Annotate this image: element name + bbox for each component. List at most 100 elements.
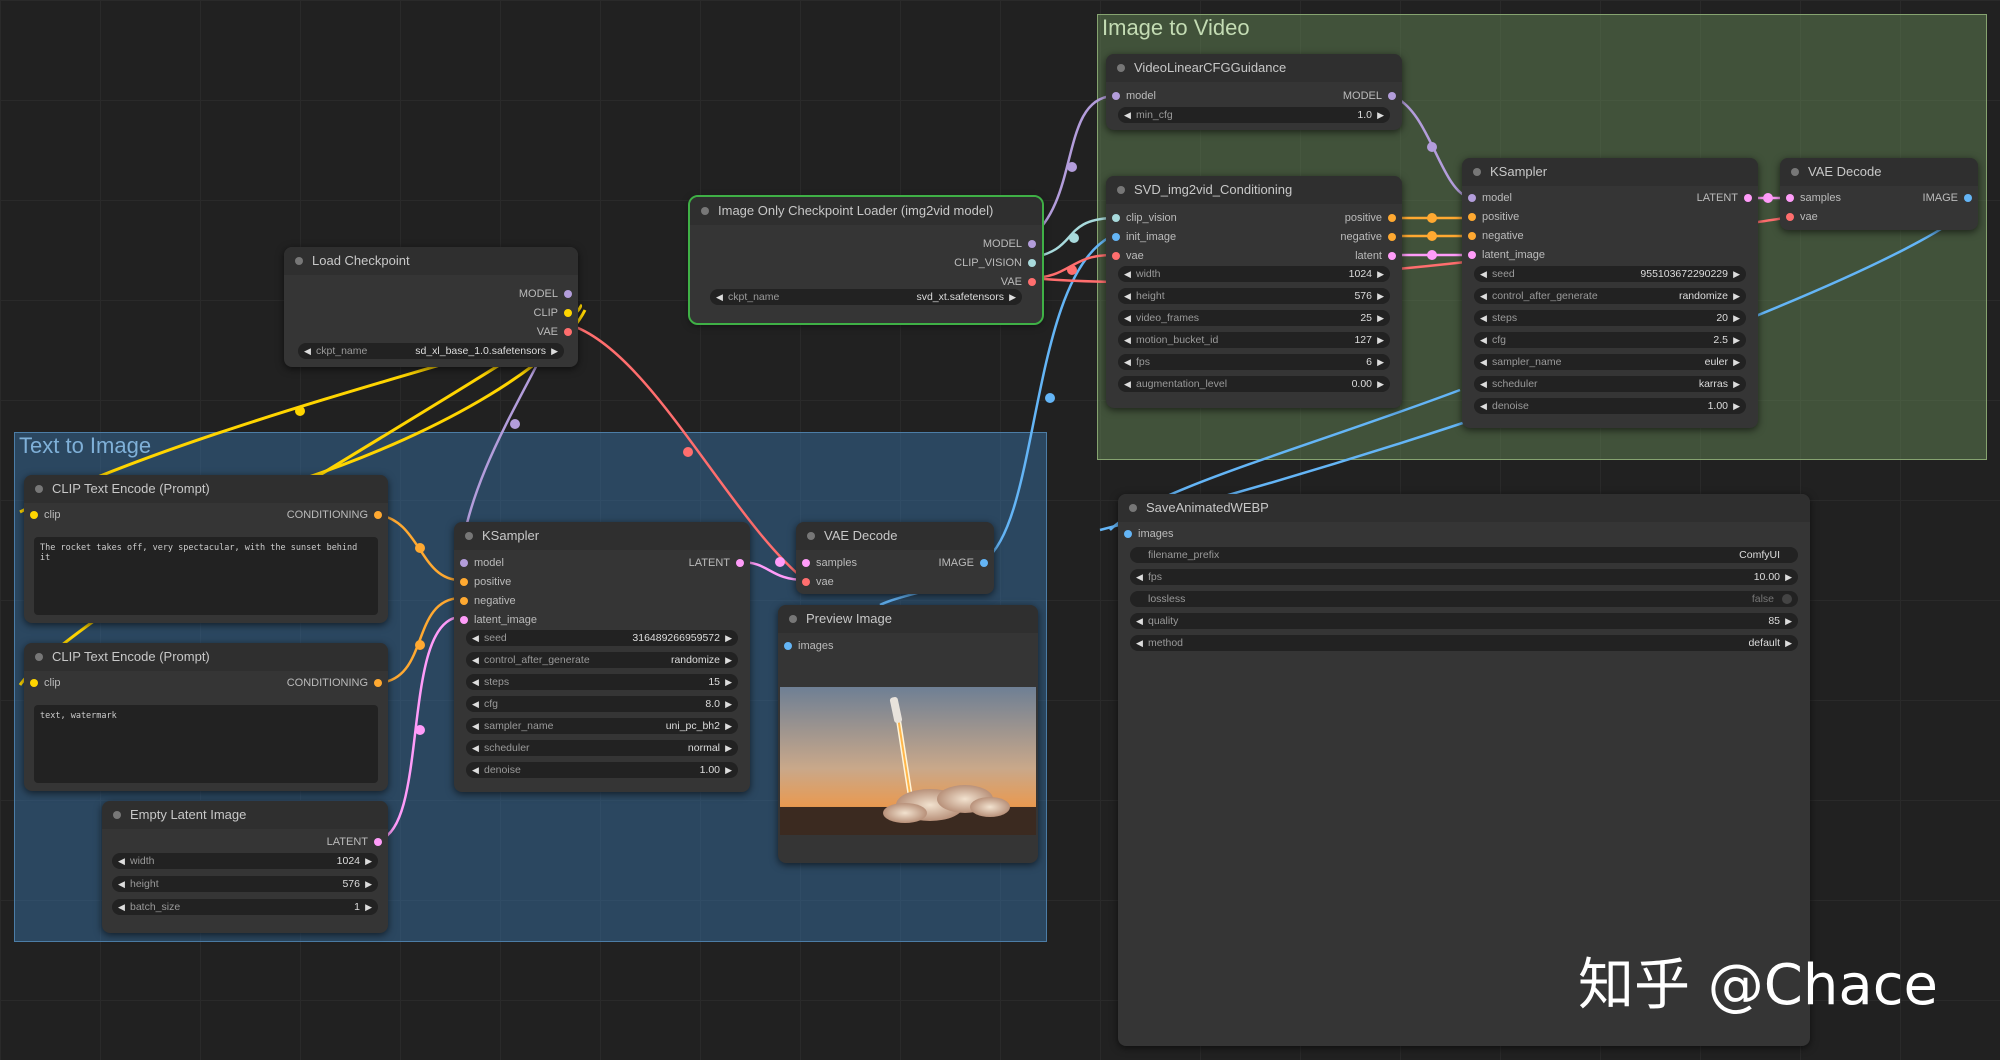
widget-sampler-name[interactable]: ◀ sampler_name uni_pc_bh2 ▶: [466, 718, 738, 734]
arrow-left-icon[interactable]: ◀: [1124, 266, 1131, 282]
arrow-right-icon[interactable]: ▶: [725, 652, 732, 668]
arrow-left-icon[interactable]: ◀: [118, 899, 125, 915]
arrow-right-icon[interactable]: ▶: [365, 853, 372, 869]
widget-lossless[interactable]: lossless false: [1130, 591, 1798, 607]
arrow-right-icon[interactable]: ▶: [551, 343, 558, 359]
arrow-left-icon[interactable]: ◀: [472, 762, 479, 778]
output-latent[interactable]: LATENT: [327, 835, 382, 849]
input-model[interactable]: model: [1468, 191, 1512, 205]
input-clip[interactable]: clip: [30, 508, 61, 522]
arrow-left-icon[interactable]: ◀: [304, 343, 311, 359]
output-model[interactable]: MODEL: [1343, 89, 1396, 103]
arrow-right-icon[interactable]: ▶: [1733, 354, 1740, 370]
node-ksampler-i2v[interactable]: KSampler model positive negative latent_…: [1462, 158, 1758, 428]
arrow-left-icon[interactable]: ◀: [472, 674, 479, 690]
arrow-right-icon[interactable]: ▶: [1733, 398, 1740, 414]
arrow-right-icon[interactable]: ▶: [725, 674, 732, 690]
arrow-right-icon[interactable]: ▶: [1377, 354, 1384, 370]
output-clip[interactable]: CLIP: [534, 306, 572, 320]
input-latent-image[interactable]: latent_image: [1468, 248, 1545, 262]
node-svd-img2vid-conditioning[interactable]: SVD_img2vid_Conditioning clip_vision ini…: [1106, 176, 1402, 408]
widget-control-after-generate[interactable]: ◀ control_after_generate randomize ▶: [1474, 288, 1746, 304]
arrow-right-icon[interactable]: ▶: [1377, 310, 1384, 326]
arrow-left-icon[interactable]: ◀: [1124, 107, 1131, 123]
arrow-left-icon[interactable]: ◀: [1136, 635, 1143, 651]
widget-scheduler[interactable]: ◀ scheduler karras ▶: [1474, 376, 1746, 392]
output-model[interactable]: MODEL: [519, 287, 572, 301]
output-clip-vision[interactable]: CLIP_VISION: [954, 256, 1036, 270]
arrow-right-icon[interactable]: ▶: [1733, 310, 1740, 326]
arrow-right-icon[interactable]: ▶: [1733, 288, 1740, 304]
output-model[interactable]: MODEL: [983, 237, 1036, 251]
arrow-left-icon[interactable]: ◀: [1136, 569, 1143, 585]
widget-fps[interactable]: ◀ fps 10.00 ▶: [1130, 569, 1798, 585]
widget-motion-bucket-id[interactable]: ◀ motion_bucket_id 127 ▶: [1118, 332, 1390, 348]
widget-control-after-generate[interactable]: ◀ control_after_generate randomize ▶: [466, 652, 738, 668]
widget-width[interactable]: ◀ width 1024 ▶: [1118, 266, 1390, 282]
arrow-left-icon[interactable]: ◀: [1124, 310, 1131, 326]
input-samples[interactable]: samples: [802, 556, 857, 570]
widget-sampler-name[interactable]: ◀ sampler_name euler ▶: [1474, 354, 1746, 370]
widget-filename-prefix[interactable]: filename_prefix ComfyUI: [1130, 547, 1798, 563]
widget-ckpt-name[interactable]: ◀ ckpt_name sd_xl_base_1.0.safetensors ▶: [298, 343, 564, 359]
input-positive[interactable]: positive: [1468, 210, 1519, 224]
arrow-left-icon[interactable]: ◀: [1480, 310, 1487, 326]
node-ksampler-t2i[interactable]: KSampler model positive negative latent_…: [454, 522, 750, 792]
input-negative[interactable]: negative: [1468, 229, 1524, 243]
output-latent[interactable]: LATENT: [1697, 191, 1752, 205]
arrow-left-icon[interactable]: ◀: [1480, 398, 1487, 414]
output-vae[interactable]: VAE: [1001, 275, 1036, 289]
widget-batch-size[interactable]: ◀ batch_size 1 ▶: [112, 899, 378, 915]
arrow-right-icon[interactable]: ▶: [1377, 266, 1384, 282]
widget-cfg[interactable]: ◀ cfg 2.5 ▶: [1474, 332, 1746, 348]
widget-ckpt-name[interactable]: ◀ ckpt_name svd_xt.safetensors ▶: [710, 289, 1022, 305]
widget-quality[interactable]: ◀ quality 85 ▶: [1130, 613, 1798, 629]
input-vae[interactable]: vae: [802, 575, 834, 589]
output-conditioning[interactable]: CONDITIONING: [287, 508, 382, 522]
input-clip[interactable]: clip: [30, 676, 61, 690]
arrow-left-icon[interactable]: ◀: [1480, 332, 1487, 348]
input-init-image[interactable]: init_image: [1112, 230, 1176, 244]
node-vae-decode-i2v[interactable]: VAE Decode samples vae IMAGE: [1780, 158, 1978, 230]
arrow-left-icon[interactable]: ◀: [118, 853, 125, 869]
node-image-only-checkpoint-loader[interactable]: Image Only Checkpoint Loader (img2vid mo…: [688, 195, 1044, 325]
arrow-left-icon[interactable]: ◀: [1480, 376, 1487, 392]
arrow-left-icon[interactable]: ◀: [472, 740, 479, 756]
arrow-right-icon[interactable]: ▶: [1009, 289, 1016, 305]
widget-height[interactable]: ◀ height 576 ▶: [112, 876, 378, 892]
node-vae-decode-t2i[interactable]: VAE Decode samples vae IMAGE: [796, 522, 994, 594]
widget-denoise[interactable]: ◀ denoise 1.00 ▶: [466, 762, 738, 778]
widget-seed[interactable]: ◀ seed 316489266959572 ▶: [466, 630, 738, 646]
arrow-left-icon[interactable]: ◀: [1480, 288, 1487, 304]
widget-fps[interactable]: ◀ fps 6 ▶: [1118, 354, 1390, 370]
widget-augmentation-level[interactable]: ◀ augmentation_level 0.00 ▶: [1118, 376, 1390, 392]
arrow-left-icon[interactable]: ◀: [118, 876, 125, 892]
prompt-textarea[interactable]: The rocket takes off, very spectacular, …: [34, 537, 378, 615]
node-preview-image[interactable]: Preview Image images: [778, 605, 1038, 863]
input-latent-image[interactable]: latent_image: [460, 613, 537, 627]
input-images[interactable]: images: [784, 639, 833, 653]
arrow-left-icon[interactable]: ◀: [1480, 354, 1487, 370]
arrow-left-icon[interactable]: ◀: [716, 289, 723, 305]
arrow-left-icon[interactable]: ◀: [1124, 288, 1131, 304]
widget-method[interactable]: ◀ method default ▶: [1130, 635, 1798, 651]
widget-video-frames[interactable]: ◀ video_frames 25 ▶: [1118, 310, 1390, 326]
input-model[interactable]: model: [460, 556, 504, 570]
node-clip-text-encode-negative[interactable]: CLIP Text Encode (Prompt) clip CONDITION…: [24, 643, 388, 791]
input-vae[interactable]: vae: [1786, 210, 1818, 224]
widget-height[interactable]: ◀ height 576 ▶: [1118, 288, 1390, 304]
prompt-textarea[interactable]: text, watermark: [34, 705, 378, 783]
widget-width[interactable]: ◀ width 1024 ▶: [112, 853, 378, 869]
arrow-right-icon[interactable]: ▶: [1377, 332, 1384, 348]
node-load-checkpoint[interactable]: Load Checkpoint MODEL CLIP VAE ◀ ckpt_na…: [284, 247, 578, 367]
arrow-right-icon[interactable]: ▶: [725, 630, 732, 646]
arrow-right-icon[interactable]: ▶: [1733, 376, 1740, 392]
output-positive[interactable]: positive: [1345, 211, 1396, 225]
arrow-right-icon[interactable]: ▶: [1377, 376, 1384, 392]
arrow-right-icon[interactable]: ▶: [725, 696, 732, 712]
arrow-left-icon[interactable]: ◀: [472, 630, 479, 646]
input-samples[interactable]: samples: [1786, 191, 1841, 205]
arrow-right-icon[interactable]: ▶: [1733, 266, 1740, 282]
output-conditioning[interactable]: CONDITIONING: [287, 676, 382, 690]
output-image[interactable]: IMAGE: [939, 556, 988, 570]
